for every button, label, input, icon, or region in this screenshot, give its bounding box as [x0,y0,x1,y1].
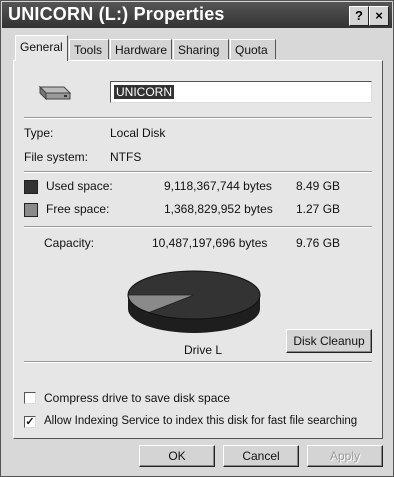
tab-sharing[interactable]: Sharing [173,39,229,59]
type-value: Local Disk [110,126,166,140]
properties-window: UNICORN (L:) Properties ? × General Tool… [0,0,394,477]
free-space-label: Free space: [46,202,110,216]
used-space-label: Used space: [46,179,113,193]
help-button[interactable]: ? [349,6,369,26]
disk-usage-pie-chart [127,270,261,333]
window-title: UNICORN (L:) Properties [8,4,225,24]
tab-general[interactable]: General [15,35,68,61]
divider [24,117,372,119]
general-panel: UNICORN Type: Local Disk File system: NT… [13,60,383,439]
drive-name-value: UNICORN [114,85,174,99]
drive-name-input[interactable]: UNICORN [110,81,372,103]
used-space-gb: 8.49 GB [296,179,341,193]
ok-button[interactable]: OK [139,445,215,467]
file-system-label: File system: [24,150,89,164]
disk-cleanup-button[interactable]: Disk Cleanup [286,329,372,353]
used-space-bytes: 9,118,367,744 bytes [164,179,272,193]
divider [24,171,372,173]
file-system-value: NTFS [110,150,142,164]
divider [24,226,372,228]
tab-hardware[interactable]: Hardware [110,39,172,59]
capacity-label: Capacity: [44,236,95,250]
type-label: Type: [24,126,54,140]
close-button[interactable]: × [369,6,389,26]
divider [24,361,372,363]
drive-label: Drive L [184,343,223,357]
hard-drive-icon [38,85,72,101]
title-bar[interactable]: UNICORN (L:) Properties ? × [2,2,392,28]
free-space-swatch [24,203,38,217]
free-space-bytes: 1,368,829,952 bytes [164,202,273,216]
indexing-checkbox[interactable]: ✓ [24,416,36,428]
tab-quota[interactable]: Quota [230,39,276,59]
free-space-gb: 1.27 GB [296,202,341,216]
capacity-bytes: 10,487,197,696 bytes [152,236,268,250]
disk-cleanup-label: Disk Cleanup [293,334,365,348]
compress-label[interactable]: Compress drive to save disk space [44,391,230,405]
used-space-swatch [24,180,38,194]
apply-button[interactable]: Apply [307,445,383,467]
tab-tools[interactable]: Tools [69,39,109,59]
cancel-button[interactable]: Cancel [223,445,299,467]
indexing-label[interactable]: Allow Indexing Service to index this dis… [44,415,357,427]
compress-checkbox[interactable] [24,392,36,404]
capacity-gb: 9.76 GB [296,236,341,250]
